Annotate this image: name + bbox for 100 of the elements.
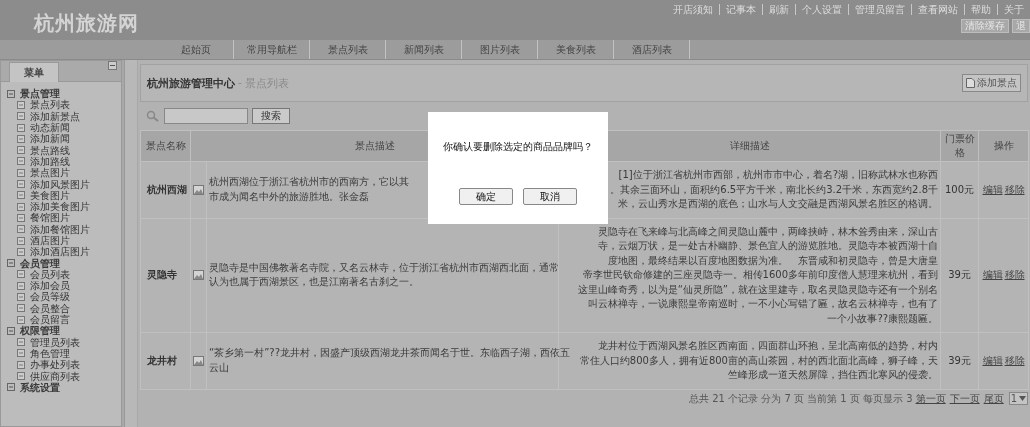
menu-item[interactable]: 景点路线 [30, 144, 70, 156]
menu-item[interactable]: 酒店图片 [30, 235, 70, 246]
collapse-icon [108, 61, 117, 70]
nav-tab[interactable]: 常用导航栏 [234, 40, 310, 59]
page-icon [17, 191, 25, 200]
page-icon [17, 360, 25, 369]
page-icon [17, 281, 25, 290]
nav-tab[interactable]: 美食列表 [538, 40, 614, 59]
menu-item[interactable]: 供应商列表 [30, 370, 80, 382]
column-header: 操作 [993, 140, 1014, 151]
nav-tab[interactable]: 景点列表 [310, 40, 386, 59]
page-icon [17, 225, 25, 234]
page-icon [17, 372, 25, 381]
search-field[interactable] [164, 108, 248, 124]
menu-item[interactable]: 添加会员 [30, 280, 70, 292]
page-icon [17, 146, 25, 155]
scrollbar[interactable] [124, 60, 137, 427]
pager-link[interactable]: 下一页 [949, 391, 980, 406]
page-icon [17, 100, 25, 109]
page-icon [17, 293, 25, 301]
menu-item[interactable]: 添加路线 [30, 155, 70, 167]
pager-link[interactable]: 尾页 [983, 391, 1004, 406]
breadcrumb-separator: - [238, 75, 242, 91]
menu-item[interactable]: 添加新景点 [30, 110, 80, 122]
page-icon [17, 157, 25, 166]
table-cell: 杭州西湖位于浙江省杭州市的西南方，它以其 市成为闻名中外的旅游胜地。张金磊 [209, 176, 409, 202]
table-cell: 100元 [944, 183, 975, 195]
document-icon [966, 78, 975, 88]
table-cell: 杭州西湖 [147, 183, 187, 195]
table-cell-text: 龙井村位于西湖风景名胜区西南面，四面群山环抱，呈北高南低的趋势，村内 常住人口约800多人，拥有近800亩的高山茶园，村的西北面北高峰，狮子峰，天 竺峰形成一道天然屏障，挡住西北寒风的侵袭。 [579, 339, 938, 382]
action-link[interactable]: 移除 [1004, 354, 1025, 366]
column-header: 景点描述 [354, 140, 395, 151]
pager-link[interactable]: 第一页 [915, 391, 946, 406]
menu-item[interactable]: 添加新闻 [30, 133, 70, 145]
menu-group[interactable]: 会员管理 [20, 257, 60, 269]
page-icon [17, 123, 25, 132]
menu-item[interactable]: 会员列表 [30, 268, 70, 280]
menu-item[interactable]: 角色管理 [30, 347, 70, 359]
table-cell: 39元 [948, 269, 971, 281]
page-icon [17, 247, 25, 256]
menu-item[interactable]: 会员整合 [30, 302, 70, 314]
menu-item[interactable]: 餐馆图片 [30, 212, 70, 224]
menu-group[interactable]: 系统设置 [20, 381, 60, 393]
menu-item[interactable]: 管理员列表 [30, 336, 80, 348]
page-icon [17, 349, 25, 358]
table-cell: “茶乡第一村”??龙井村，因盛产顶级西湖龙井茶而闻名于世。东临西子湖，西依五 云山 [209, 347, 570, 373]
page-icon [17, 315, 25, 324]
page-icon [17, 168, 25, 177]
menu-item[interactable]: 会员等级 [30, 291, 70, 303]
menu-item[interactable]: 美食图片 [30, 189, 70, 201]
table-cell: 39元 [948, 354, 971, 366]
page-icon [17, 270, 25, 279]
action-link[interactable]: 移除 [1004, 183, 1025, 195]
table-cell: 龙井村 [147, 354, 177, 366]
image-icon [193, 184, 204, 195]
menu-item[interactable]: 景点列表 [30, 99, 70, 111]
image-icon [193, 270, 204, 281]
menu-item[interactable]: 动态新闻 [30, 122, 70, 134]
menu-item[interactable]: 办事处列表 [30, 359, 80, 371]
add-button[interactable]: 添加景点 [962, 74, 1021, 92]
menu-item[interactable]: 添加风景图片 [30, 178, 90, 190]
action-link[interactable]: 移除 [1004, 269, 1025, 281]
menu-item[interactable]: 会员留言 [30, 314, 70, 326]
site-logo: 杭州旅游网 [34, 9, 139, 37]
menu-item[interactable]: 添加餐馆图片 [30, 223, 90, 235]
menu-item[interactable]: 景点图片 [30, 167, 70, 179]
column-header: 景点名称 [145, 140, 186, 151]
image-icon [193, 355, 204, 366]
menu-group[interactable]: 景点管理 [20, 88, 60, 100]
menu-item[interactable]: 添加酒店图片 [30, 246, 90, 258]
dialog-button[interactable]: 确定 [459, 188, 513, 205]
table-cell: 灵隐寺 [147, 269, 177, 281]
page-title: 杭州旅游管理中心 [147, 75, 235, 91]
search-icon [146, 110, 160, 122]
nav-tab[interactable]: 起始页 [158, 40, 234, 59]
page-icon [17, 338, 25, 347]
page-icon [17, 202, 25, 211]
dropdown-icon [1019, 396, 1026, 401]
menu-group[interactable]: 权限管理 [20, 325, 60, 337]
action-link[interactable]: 编辑 [982, 354, 1003, 366]
page-select[interactable]: 1 [1008, 392, 1028, 405]
page-icon [17, 213, 25, 222]
action-link[interactable]: 编辑 [982, 183, 1003, 195]
table-cell-text: [1]位于浙江省杭州市西部，杭州市市中心，着名?湖，旧称武林水也称西 。其余三面环山，面积约6.5平方千米，南北长约3.2千米，东西宽约2.8千 米，云山秀水是西湖的底色；山水与人文交融是西湖风景名胜区的格调。 [610, 168, 938, 211]
table-cell: 灵隐寺在飞来峰与北高峰之间灵隐山麓中，两峰挟峙，林木耸秀由来，深山古 寺，云烟万状，是一处古朴幽静、景色宜人的游览胜地。灵隐寺本被西湖十自 度地图，最终结果以百度地图数据为准。 东晋咸和初灵隐寺，曾是大唐皇 帝李世民钦命修建的三座灵隐寺一。相传1600多年前印度僧人慧理来杭州，看到 这里山峰奇秀，以为是“仙灵所隐”，就在这里建寺，取名灵隐灵隐寺还有一个别名 叫云林禅寺，一说康熙皇帝南巡时，一不小心写错了匾，故名云林禅寺，也有了 一个小故事??康熙题匾。 [577, 224, 938, 326]
dialog-message: 你确认要删除选定的商品品牌吗？ [443, 140, 593, 154]
page-icon [17, 134, 25, 143]
nav-tab[interactable]: 酒店列表 [614, 40, 690, 59]
page-icon [17, 304, 25, 313]
table-cell: 灵隐寺是中国佛教著名寺院，又名云林寺，位于浙江省杭州市西湖西北面，通常 认为也属于西湖景区，也是江南著名古刹之一。 [209, 261, 559, 288]
column-header: 门票价格 [944, 133, 975, 158]
nav-tab[interactable]: 图片列表 [462, 40, 538, 59]
search-button[interactable]: 搜索 [252, 108, 290, 124]
page-icon [17, 180, 25, 188]
menu-tab[interactable]: 菜单 [9, 62, 59, 82]
menu-item[interactable]: 添加美食图片 [30, 201, 90, 213]
pager-summary: 总共 21 个记录 分为 7 页 当前第 1 页 每页显示 3 [689, 391, 913, 406]
action-link[interactable]: 编辑 [982, 269, 1003, 281]
nav-tab[interactable]: 新闻列表 [386, 40, 462, 59]
dialog-button[interactable]: 取消 [523, 188, 577, 205]
